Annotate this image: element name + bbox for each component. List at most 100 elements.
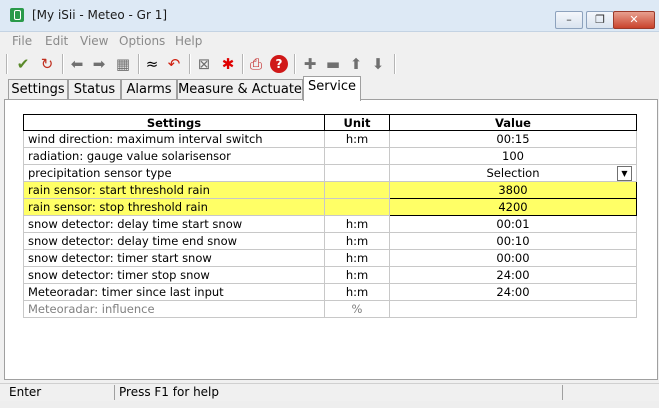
service-panel: Settings Unit Value wind direction: maxi… <box>4 99 658 380</box>
minimize-icon: – <box>566 13 572 26</box>
setting-cell: snow detector: timer start snow <box>23 249 325 267</box>
value-cell[interactable]: 00:00 <box>389 249 637 267</box>
status-bar: Enter Press F1 for help <box>0 383 659 401</box>
value-cell[interactable]: 4200 <box>389 198 637 216</box>
value-cell[interactable]: 00:15 <box>389 130 637 148</box>
menu-file[interactable]: File <box>12 34 32 48</box>
tab-strip: Settings Status Alarms Measure & Actuate… <box>0 76 659 101</box>
value-cell[interactable]: 100 <box>389 147 637 165</box>
setting-cell: Meteoradar: timer since last input <box>23 283 325 301</box>
toolbar-separator <box>294 54 296 74</box>
window-title: [My iSii - Meteo - Gr 1] <box>32 8 168 22</box>
refresh-icon[interactable]: ↻ <box>38 55 56 73</box>
setting-cell: snow detector: delay time end snow <box>23 232 325 250</box>
table-row[interactable]: snow detector: delay time start snow h:m… <box>23 215 637 233</box>
unit-cell <box>324 164 390 182</box>
setting-cell: radiation: gauge value solarisensor <box>23 147 325 165</box>
dropdown-arrow-icon[interactable]: ▼ <box>617 166 632 181</box>
check-icon[interactable]: ✔ <box>14 55 32 73</box>
menu-view[interactable]: View <box>80 34 108 48</box>
column-header-value[interactable]: Value <box>389 114 637 131</box>
minimize-button[interactable]: – <box>555 11 583 29</box>
settings-table: Settings Unit Value wind direction: maxi… <box>23 114 637 318</box>
menu-options[interactable]: Options <box>119 34 165 48</box>
value-cell[interactable]: 00:01 <box>389 215 637 233</box>
value-cell <box>389 300 637 318</box>
menu-edit[interactable]: Edit <box>45 34 68 48</box>
tab-service[interactable]: Service <box>303 76 361 101</box>
grid-icon[interactable]: ▦ <box>114 55 132 73</box>
restore-icon: ❐ <box>595 13 605 26</box>
setting-cell: wind direction: maximum interval switch <box>23 130 325 148</box>
table-row[interactable]: Meteoradar: timer since last input h:m 2… <box>23 283 637 301</box>
print-icon[interactable]: ⎙ <box>247 55 265 73</box>
back-icon[interactable]: ⬅ <box>68 55 86 73</box>
tab-measure-actuate[interactable]: Measure & Actuate <box>177 79 303 100</box>
unit-cell: h:m <box>324 215 390 233</box>
status-divider <box>114 385 115 400</box>
table-row-disabled: Meteoradar: influence % <box>23 300 637 318</box>
setting-cell: precipitation sensor type <box>23 164 325 182</box>
fold-icon[interactable]: ≈ <box>143 55 161 73</box>
unit-cell <box>324 198 390 216</box>
undo-icon[interactable]: ↶ <box>165 55 183 73</box>
unit-cell: % <box>324 300 390 318</box>
unit-cell: h:m <box>324 130 390 148</box>
toolbar-separator <box>138 54 140 74</box>
unit-cell: h:m <box>324 283 390 301</box>
column-header-settings[interactable]: Settings <box>23 114 325 131</box>
restore-button[interactable]: ❐ <box>586 11 614 29</box>
table-row-highlighted[interactable]: rain sensor: stop threshold rain 4200 <box>23 198 637 216</box>
unit-cell: h:m <box>324 266 390 284</box>
toolbar: ✔ ↻ ⬅ ➡ ▦ ≈ ↶ ⊠ ✱ ⎙ ? ✚ ▬ ⬆ ⬇ <box>0 51 659 77</box>
asterisk-icon[interactable]: ✱ <box>219 55 237 73</box>
toolbar-separator <box>189 54 191 74</box>
tab-settings[interactable]: Settings <box>8 79 68 100</box>
value-cell[interactable]: Selection ▼ <box>389 164 637 182</box>
tab-status[interactable]: Status <box>68 79 121 100</box>
value-cell[interactable]: 24:00 <box>389 266 637 284</box>
value-cell[interactable]: 24:00 <box>389 283 637 301</box>
unit-cell: h:m <box>324 249 390 267</box>
menu-help[interactable]: Help <box>175 34 202 48</box>
toolbar-separator <box>6 54 8 74</box>
table-row-highlighted[interactable]: rain sensor: start threshold rain 3800 <box>23 181 637 199</box>
setting-cell: snow detector: timer stop snow <box>23 266 325 284</box>
value-cell[interactable]: 00:10 <box>389 232 637 250</box>
minus-icon[interactable]: ▬ <box>324 55 342 73</box>
cancel-icon[interactable]: ⊠ <box>195 55 213 73</box>
table-row[interactable]: snow detector: timer stop snow h:m 24:00 <box>23 266 637 284</box>
title-bar: [My iSii - Meteo - Gr 1] – ❐ ✕ <box>0 0 659 32</box>
table-row[interactable]: radiation: gauge value solarisensor 100 <box>23 147 637 165</box>
bottom-strip <box>0 401 659 408</box>
app-icon <box>10 8 24 22</box>
menu-bar: File Edit View Options Help <box>0 32 659 50</box>
help-icon[interactable]: ? <box>270 55 288 73</box>
unit-cell: h:m <box>324 232 390 250</box>
setting-cell: Meteoradar: influence <box>23 300 325 318</box>
precipitation-type-select[interactable]: Selection ▼ <box>394 166 632 181</box>
table-row[interactable]: snow detector: delay time end snow h:m 0… <box>23 232 637 250</box>
close-icon: ✕ <box>629 13 639 26</box>
table-row[interactable]: precipitation sensor type Selection ▼ <box>23 164 637 182</box>
setting-cell: rain sensor: stop threshold rain <box>23 198 325 216</box>
select-value: Selection <box>486 166 540 180</box>
plus-icon[interactable]: ✚ <box>301 55 319 73</box>
down-icon[interactable]: ⬇ <box>369 55 387 73</box>
toolbar-separator <box>62 54 64 74</box>
close-button[interactable]: ✕ <box>613 11 655 29</box>
setting-cell: rain sensor: start threshold rain <box>23 181 325 199</box>
tab-alarms[interactable]: Alarms <box>121 79 177 100</box>
column-header-unit[interactable]: Unit <box>324 114 390 131</box>
up-icon[interactable]: ⬆ <box>347 55 365 73</box>
toolbar-separator <box>242 54 244 74</box>
toolbar-separator <box>394 54 396 74</box>
setting-cell: snow detector: delay time start snow <box>23 215 325 233</box>
table-row[interactable]: snow detector: timer start snow h:m 00:0… <box>23 249 637 267</box>
forward-icon[interactable]: ➡ <box>90 55 108 73</box>
table-row[interactable]: wind direction: maximum interval switch … <box>23 130 637 148</box>
status-help-text: Press F1 for help <box>119 385 220 399</box>
value-cell[interactable]: 3800 <box>389 181 637 199</box>
unit-cell <box>324 181 390 199</box>
unit-cell <box>324 147 390 165</box>
